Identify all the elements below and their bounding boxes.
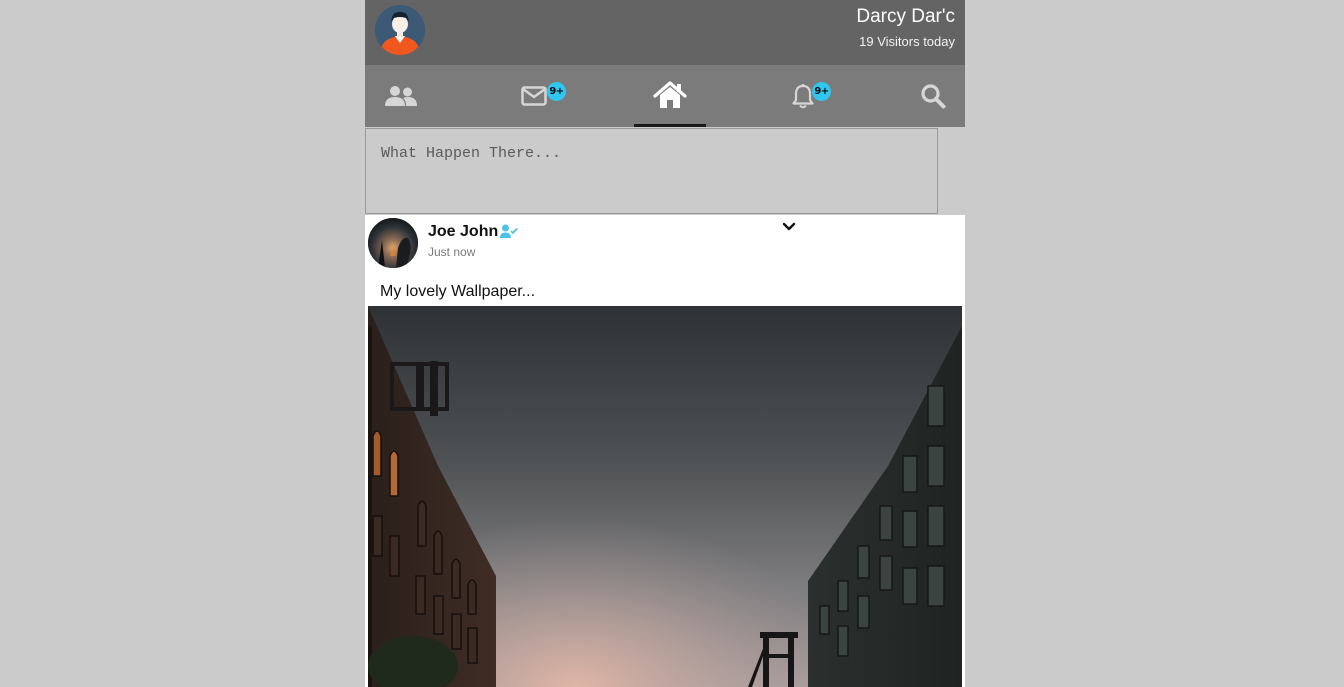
visitors-count: 19 Visitors today <box>859 34 955 49</box>
post-author-name[interactable]: Joe John <box>428 223 498 241</box>
post-options-button[interactable] <box>781 220 797 234</box>
post-timestamp: Just now <box>428 245 476 259</box>
post-image[interactable] <box>368 306 962 687</box>
nav-search[interactable] <box>897 65 965 127</box>
user-check-icon <box>500 224 518 238</box>
post-author-avatar[interactable] <box>368 218 418 268</box>
status-composer-input[interactable] <box>365 128 938 214</box>
author-photo <box>368 218 418 268</box>
city-street-bridge-photo <box>368 306 962 687</box>
home-icon <box>653 80 687 108</box>
app: Darcy Dar'c 19 Visitors today 9+ 9+ What… <box>365 0 965 687</box>
notifications-badge: 9+ <box>812 82 831 101</box>
bell-icon <box>792 84 814 109</box>
messages-badge: 9+ <box>547 82 566 101</box>
post-card: Joe John Just now My lovely Wallpaper... <box>365 215 965 687</box>
nav-home[interactable] <box>634 65 706 127</box>
nav-bar: 9+ 9+ <box>365 65 965 127</box>
chevron-down-icon <box>782 222 796 231</box>
user-name: Darcy Dar'c <box>856 6 955 27</box>
top-header: Darcy Dar'c 19 Visitors today <box>365 0 965 65</box>
users-icon <box>385 86 417 106</box>
avatar-person-icon <box>375 5 425 55</box>
nav-friends[interactable] <box>365 65 437 127</box>
search-icon <box>921 84 946 109</box>
user-avatar[interactable] <box>375 5 425 55</box>
envelope-icon <box>521 86 547 106</box>
post-caption: My lovely Wallpaper... <box>380 283 536 300</box>
